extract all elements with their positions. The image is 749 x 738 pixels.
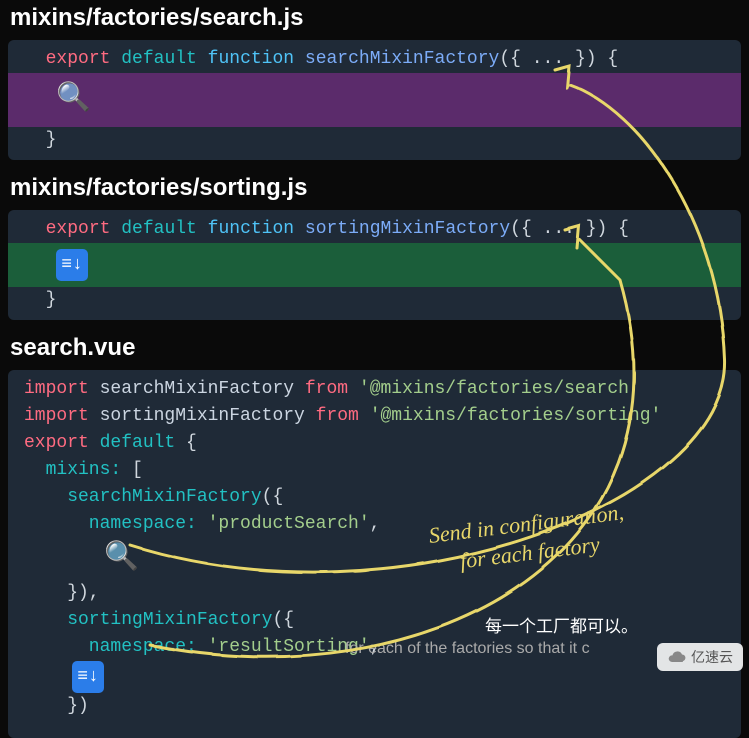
punct: }	[46, 290, 57, 310]
code-line: namespace: 'productSearch',	[8, 511, 741, 538]
identifier: sortingMixinFactory	[89, 406, 316, 426]
function-call: searchMixinFactory	[24, 487, 262, 507]
keyword-function: function	[208, 219, 294, 239]
annotation-subtitle: for each of the factories so that it c	[345, 640, 590, 658]
punct: ({	[262, 487, 284, 507]
code-line: export default function sortingMixinFact…	[8, 216, 741, 243]
sort-lines-icon: ≡↓	[56, 249, 88, 281]
punct: ({ ... }) {	[510, 219, 629, 239]
string: 'productSearch'	[197, 514, 370, 534]
code-line: }	[8, 287, 741, 314]
code-line: }),	[8, 580, 741, 607]
property: mixins:	[24, 460, 121, 480]
file-title-search-factory: mixins/factories/search.js	[0, 0, 749, 36]
highlight-region-sorting: ≡↓	[8, 243, 741, 287]
magnifier-icon: 🔍	[56, 538, 139, 580]
punct: }	[46, 130, 57, 150]
code-line: import searchMixinFactory from '@mixins/…	[8, 376, 741, 403]
code-block-search-factory: export default function searchMixinFacto…	[8, 40, 741, 160]
file-title-sorting-factory: mixins/factories/sorting.js	[0, 170, 749, 206]
punct: ({ ... }) {	[499, 49, 618, 69]
keyword-import: import	[24, 406, 89, 426]
code-line: export default function searchMixinFacto…	[8, 46, 741, 73]
keyword-export: export	[46, 49, 111, 69]
punct: })	[24, 696, 89, 716]
punct: }),	[24, 583, 100, 603]
string: '@mixins/factories/search'	[359, 379, 640, 399]
annotation-chinese: 每一个工厂都可以。	[485, 612, 638, 637]
watermark-text: 亿速云	[691, 647, 733, 667]
code-line: mixins: [	[8, 457, 741, 484]
punct: ,	[370, 514, 381, 534]
punct: [	[121, 460, 143, 480]
code-line: }	[8, 127, 741, 154]
file-title-search-vue: search.vue	[0, 330, 749, 366]
function-name: searchMixinFactory	[305, 49, 499, 69]
function-call: sortingMixinFactory	[24, 610, 272, 630]
code-line: export default {	[8, 430, 741, 457]
watermark: 亿速云	[657, 643, 743, 671]
function-name: sortingMixinFactory	[305, 219, 510, 239]
string: 'resultSorting'	[197, 637, 370, 657]
keyword-function: function	[208, 49, 294, 69]
keyword-export: export	[46, 219, 111, 239]
code-line: })	[8, 693, 741, 720]
keyword-from: from	[316, 406, 359, 426]
code-line: 🔍	[8, 538, 741, 580]
keyword-import: import	[24, 379, 89, 399]
sort-lines-icon: ≡↓	[72, 661, 104, 693]
code-block-search-vue: import searchMixinFactory from '@mixins/…	[8, 370, 741, 738]
code-line: searchMixinFactory({	[8, 484, 741, 511]
keyword-default: default	[121, 49, 197, 69]
keyword-from: from	[305, 379, 348, 399]
keyword-default: default	[100, 433, 176, 453]
string: '@mixins/factories/sorting'	[370, 406, 662, 426]
magnifier-icon: 🔍	[56, 79, 91, 121]
keyword-default: default	[121, 219, 197, 239]
identifier: searchMixinFactory	[89, 379, 305, 399]
keyword-export: export	[24, 433, 89, 453]
property: namespace:	[24, 637, 197, 657]
cloud-icon	[667, 647, 687, 667]
punct: {	[175, 433, 197, 453]
code-block-sorting-factory: export default function sortingMixinFact…	[8, 210, 741, 320]
highlight-region-search: 🔍	[8, 73, 741, 127]
code-line: import sortingMixinFactory from '@mixins…	[8, 403, 741, 430]
code-line: ≡↓	[8, 661, 741, 693]
punct: ({	[272, 610, 294, 630]
property: namespace:	[24, 514, 197, 534]
